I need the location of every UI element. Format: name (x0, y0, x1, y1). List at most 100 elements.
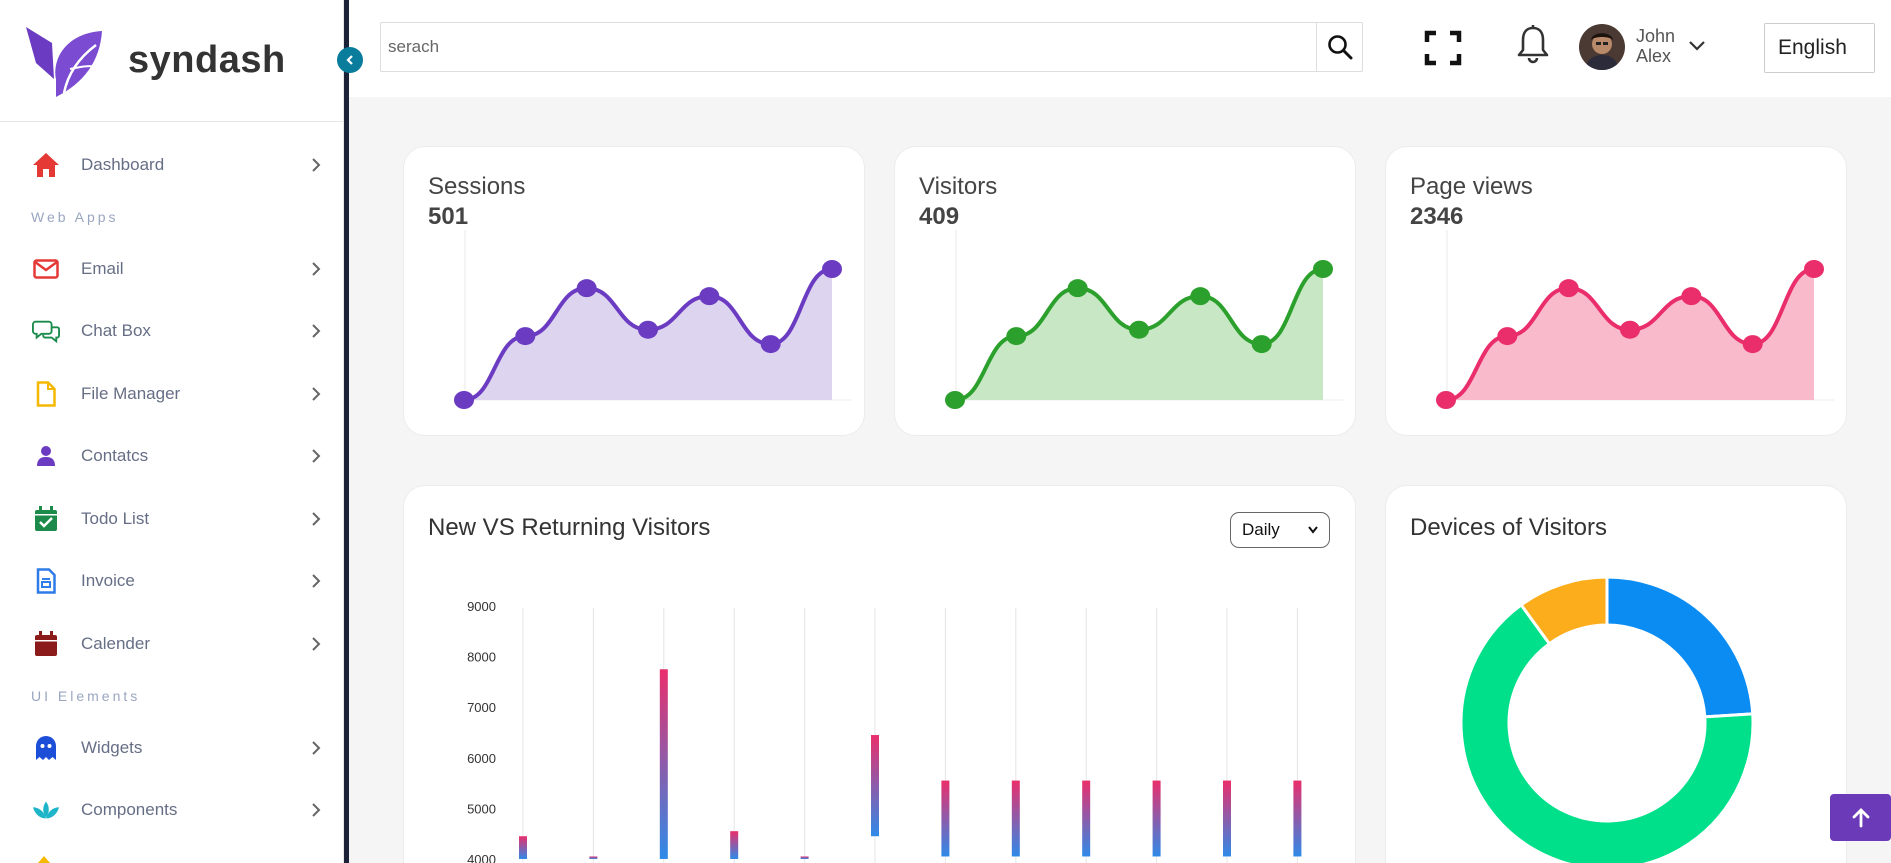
nav-section-web-apps: Web Apps (31, 209, 119, 225)
bell-icon[interactable] (1515, 24, 1551, 64)
sidebar-item-file-manager[interactable]: File Manager (0, 374, 344, 414)
chevron-right-icon (312, 741, 321, 755)
sidebar-item-label: Chat Box (81, 321, 151, 340)
chevron-down-icon[interactable] (1688, 40, 1706, 52)
sidebar: syndash Dashboard Web Apps Email Chat Bo… (0, 0, 344, 863)
arrow-up-icon (1852, 807, 1869, 827)
sidebar-item-invoice[interactable]: Invoice (0, 561, 344, 601)
data-point (760, 335, 781, 354)
chevron-right-icon (312, 512, 321, 526)
visitors-chart-card: New VS Returning Visitors Daily 9000 8000… (403, 485, 1356, 863)
sidebar-collapse-button[interactable] (337, 47, 363, 73)
ghost-icon (32, 734, 60, 762)
sidebar-item-calender[interactable]: Calender (0, 624, 344, 664)
sidebar-item-label: Todo List (81, 509, 150, 528)
bar (1082, 780, 1091, 857)
person-icon (32, 442, 60, 470)
sidebar-item-contacts[interactable]: Contatcs (0, 436, 344, 476)
sidebar-divider (344, 0, 349, 863)
sidebar-item-label: Invoice (81, 571, 135, 590)
brand-name: syndash (128, 39, 286, 81)
lotus-icon (32, 796, 60, 824)
sidebar-item-label: Calender (81, 634, 150, 653)
data-point (454, 391, 474, 409)
bar (941, 780, 950, 857)
data-point (1436, 391, 1456, 409)
data-point (1558, 279, 1579, 298)
sidebar-item-email[interactable]: Email (0, 249, 344, 289)
data-point (1742, 335, 1763, 354)
language-selector[interactable]: English (1764, 23, 1875, 73)
data-point (945, 391, 965, 409)
chevron-right-icon (312, 387, 321, 401)
search-button[interactable] (1316, 23, 1363, 71)
file-icon (32, 380, 60, 408)
y-tick-label: 4000 (467, 852, 496, 863)
data-point (576, 279, 597, 298)
chat-icon (32, 317, 60, 345)
data-point (699, 287, 720, 306)
data-point (1190, 287, 1211, 306)
data-point (1313, 260, 1333, 278)
avatar[interactable] (1579, 24, 1625, 70)
bar (519, 836, 527, 859)
data-point (1497, 327, 1518, 346)
search-box (380, 22, 1363, 72)
chevron-right-icon (312, 449, 321, 463)
sidebar-item-dashboard[interactable]: Dashboard (0, 145, 344, 185)
partial-item-icon (38, 856, 50, 863)
sparkline-chart (1436, 230, 1834, 409)
stat-card-visitors: Visitors 409 (894, 146, 1356, 436)
user-avatar-image (1579, 24, 1625, 70)
data-point (515, 327, 536, 346)
y-tick-label: 6000 (467, 751, 496, 766)
data-point (822, 260, 842, 278)
sidebar-item-label: Dashboard (81, 155, 165, 174)
bar (730, 831, 739, 859)
bar (1223, 780, 1231, 857)
donut-slice (1605, 575, 1755, 719)
data-point (1067, 279, 1088, 298)
bar (1011, 780, 1020, 857)
chevron-right-icon (312, 803, 321, 817)
data-point (1251, 335, 1272, 354)
donut-chart (1459, 575, 1755, 863)
sparkline-chart (454, 230, 852, 409)
bar (800, 856, 809, 859)
data-point (638, 320, 658, 339)
sidebar-item-label: Contatcs (81, 446, 149, 465)
bar (871, 735, 879, 837)
bar (589, 856, 598, 859)
sidebar-item-label: Widgets (81, 738, 143, 757)
search-icon (1328, 35, 1353, 60)
chevron-right-icon (312, 158, 321, 172)
sidebar-item-todo-list[interactable]: Todo List (0, 499, 344, 539)
sidebar-item-chat-box[interactable]: Chat Box (0, 311, 344, 351)
search-input[interactable] (381, 23, 1316, 71)
home-icon (32, 151, 60, 179)
bar (1152, 780, 1161, 857)
chevron-right-icon (312, 262, 321, 276)
data-point (1681, 287, 1702, 306)
data-point (1804, 260, 1824, 278)
bar (659, 669, 668, 859)
calendar-icon (32, 630, 60, 658)
y-tick-label: 8000 (467, 650, 496, 665)
chevron-right-icon (312, 324, 321, 338)
bar (1293, 780, 1302, 857)
brand[interactable]: syndash (0, 0, 343, 122)
user-name[interactable]: John Alex (1636, 26, 1696, 66)
stat-card-page-views: Page views 2346 (1385, 146, 1847, 436)
fullscreen-icon[interactable] (1424, 30, 1462, 66)
sidebar-item-widgets[interactable]: Widgets (0, 728, 344, 768)
scroll-to-top-button[interactable] (1830, 794, 1891, 841)
data-point (1620, 320, 1640, 339)
sidebar-item-components[interactable]: Components (0, 790, 344, 830)
y-tick-label: 5000 (467, 801, 496, 816)
sidebar-item-label: Components (81, 800, 178, 819)
nav-section-ui-elements: UI Elements (31, 688, 141, 704)
data-point (1129, 320, 1149, 339)
calendar-check-icon (32, 505, 60, 533)
sidebar-item-label: Email (81, 259, 124, 278)
sidebar-item-label: File Manager (81, 384, 181, 403)
